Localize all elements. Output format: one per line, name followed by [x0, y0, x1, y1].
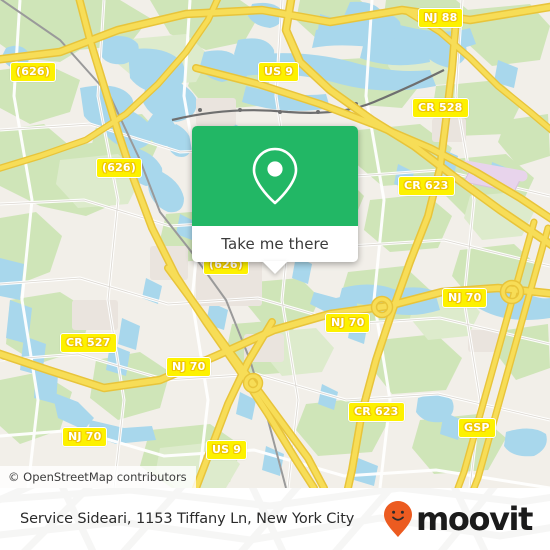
road-shield-label: CR 623: [398, 176, 455, 196]
road-shield-label: US 9: [258, 62, 300, 82]
road-shield-label: NJ 70: [442, 288, 488, 308]
location-info-card[interactable]: Take me there: [192, 126, 358, 274]
moovit-logo[interactable]: moovit: [383, 500, 533, 538]
location-pin-icon: [252, 147, 298, 205]
map-canvas[interactable]: NJ 88 (626) US 9 CR 528 (626) CR 623 (626) NJ 7…: [0, 0, 550, 488]
road-shield-label: NJ 70: [62, 427, 108, 447]
road-shield-label: CR 527: [60, 333, 117, 353]
road-shield-label: NJ 70: [166, 357, 212, 377]
moovit-pin-icon: [383, 501, 412, 537]
take-me-there-label: Take me there: [221, 235, 329, 253]
map-attribution[interactable]: © OpenStreetMap contributors: [0, 466, 196, 488]
road-shield-label: (626): [10, 62, 57, 82]
road-shield-label: (626): [96, 158, 143, 178]
road-shield-label: CR 623: [348, 402, 405, 422]
attribution-text: © OpenStreetMap contributors: [8, 470, 187, 484]
card-cta-area[interactable]: Take me there: [192, 226, 358, 274]
card-pointer-tail: [262, 261, 288, 274]
road-shield-label: CR 528: [412, 98, 469, 118]
card-pin-area: [192, 126, 358, 226]
moovit-wordmark: moovit: [415, 500, 533, 538]
road-shield-label: GSP: [458, 418, 496, 438]
road-shield-label: NJ 88: [418, 8, 464, 28]
moovit-map-share-card: NJ 88 (626) US 9 CR 528 (626) CR 623 (626) NJ 7…: [0, 0, 550, 550]
footer-bar: Service Sideari, 1153 Tiffany Ln, New Yo…: [0, 488, 550, 550]
road-shield-label: NJ 70: [325, 313, 371, 333]
address-label: Service Sideari, 1153 Tiffany Ln, New Yo…: [20, 511, 355, 527]
road-shield-label: US 9: [206, 440, 248, 460]
footer-content: Service Sideari, 1153 Tiffany Ln, New Yo…: [0, 488, 550, 550]
